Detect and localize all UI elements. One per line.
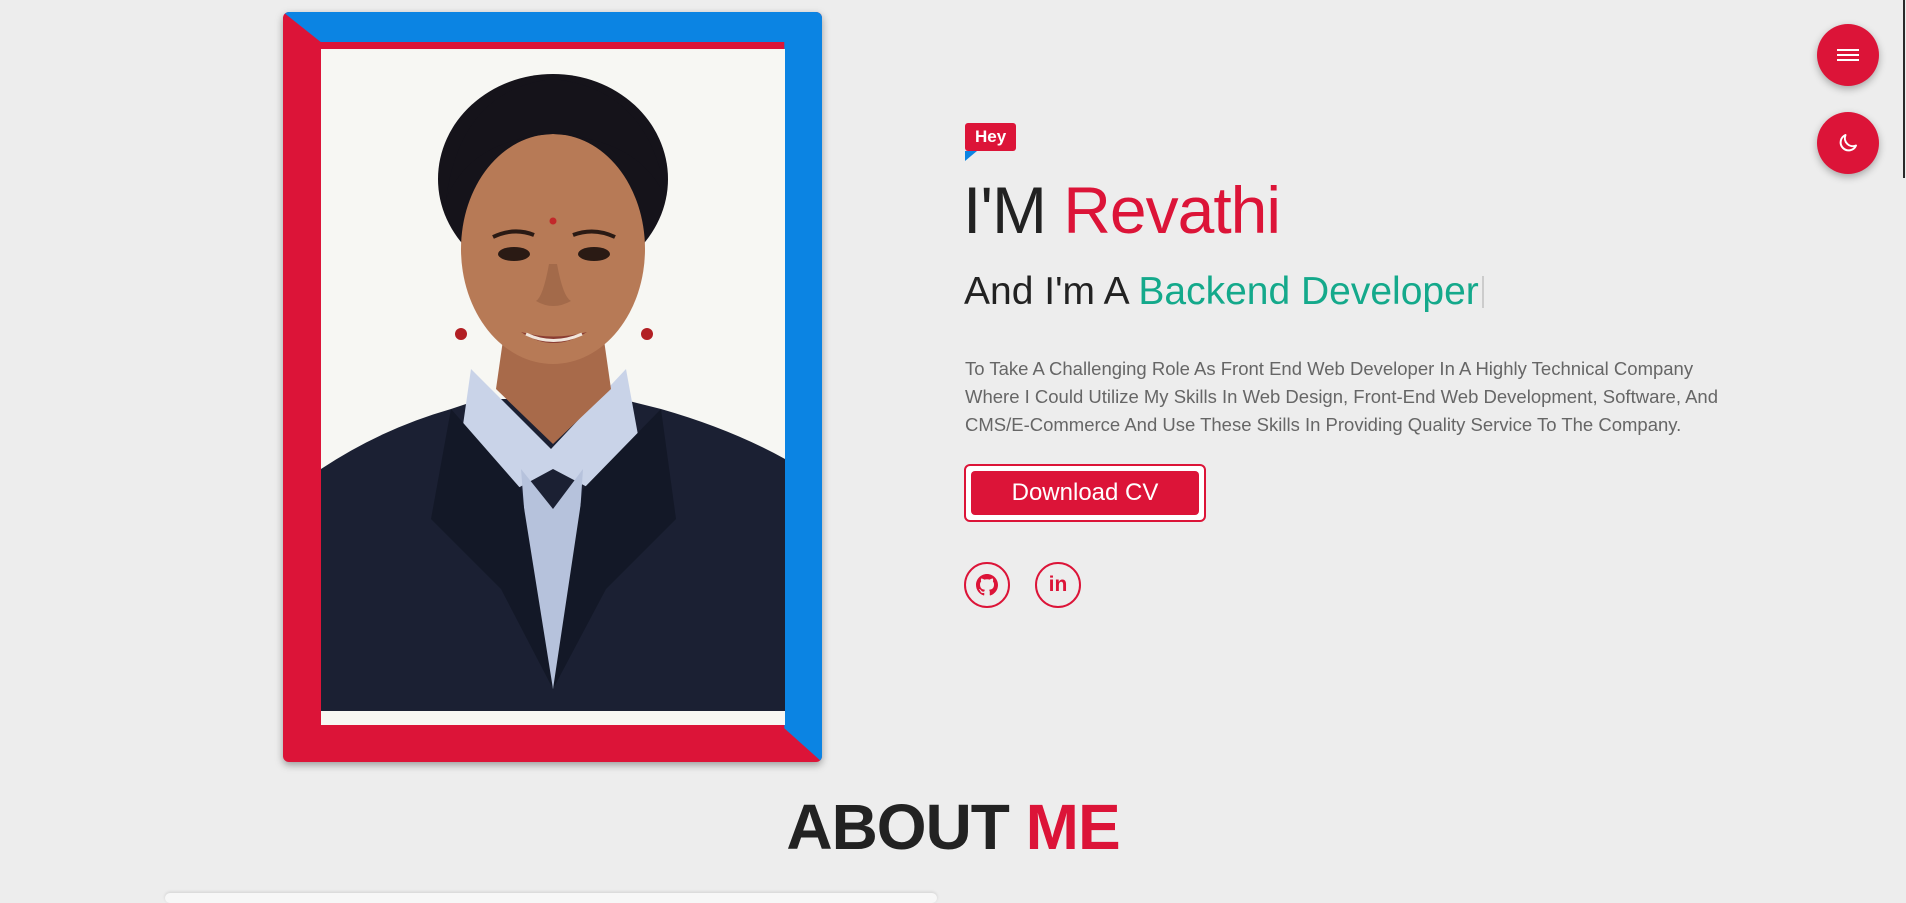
role-prefix: And I'm A <box>964 270 1128 313</box>
theme-toggle-button[interactable] <box>1817 112 1879 174</box>
hero-title: I'M Revathi <box>963 172 1281 248</box>
about-title-main: ABOUT <box>786 791 1010 863</box>
hey-badge-tail <box>965 151 977 161</box>
about-title-accent: ME <box>1025 791 1121 863</box>
menu-button[interactable] <box>1817 24 1879 86</box>
menu-icon <box>1837 49 1859 61</box>
about-card <box>165 893 937 903</box>
hero-description: To Take A Challenging Role As Front End … <box>965 358 1718 435</box>
github-icon <box>976 574 998 596</box>
github-link[interactable] <box>964 562 1010 608</box>
download-cv-label: Download CV <box>971 471 1199 515</box>
typing-cursor <box>1481 276 1484 308</box>
moon-icon <box>1839 134 1857 152</box>
scrollbar-edge <box>1903 0 1905 178</box>
hero-intro: I'M <box>963 173 1047 247</box>
profile-photo <box>321 49 785 725</box>
profile-photo-frame <box>283 12 822 762</box>
hero-name: Revathi <box>1063 173 1281 247</box>
about-title: ABOUT ME <box>0 790 1906 864</box>
hero-role: And I'm A Backend Developer <box>964 270 1484 314</box>
role-text: Backend Developer <box>1138 270 1479 313</box>
hey-badge: Hey <box>965 123 1017 151</box>
linkedin-link[interactable]: in <box>1035 562 1081 608</box>
linkedin-icon: in <box>1048 573 1068 596</box>
download-cv-button[interactable]: Download CV <box>964 464 1206 522</box>
